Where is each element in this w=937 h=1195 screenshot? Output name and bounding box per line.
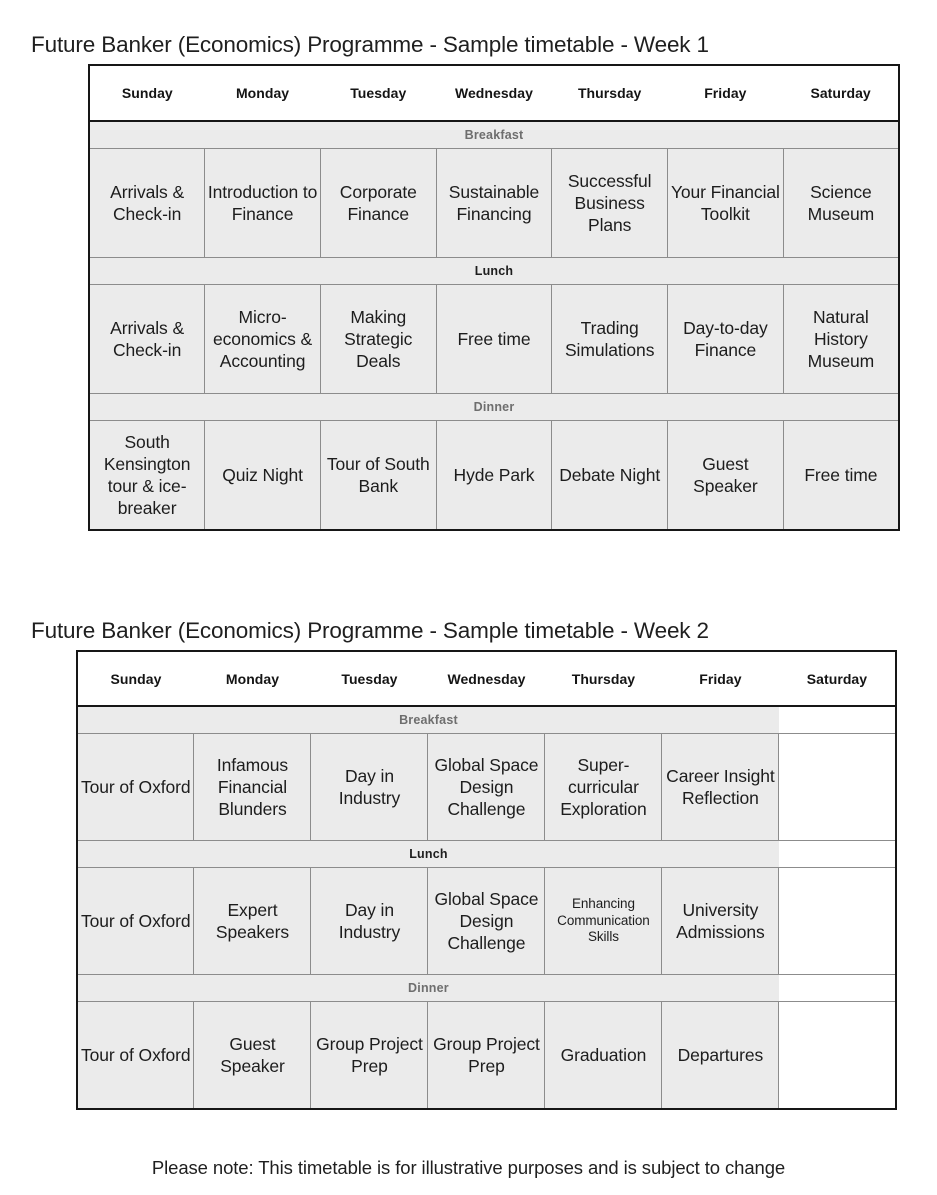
session-cell: Hyde Park: [435, 420, 553, 531]
table-row-breakfast-sessions: Arrivals & Check-in Introduction to Fina…: [88, 148, 900, 258]
session-cell: Infamous Financial Blunders: [193, 733, 312, 841]
session-cell: Global Space Design Challenge: [427, 733, 546, 841]
session-cell: Debate Night: [551, 420, 669, 531]
table-row-dinner-sessions: South Kensington tour & ice-breaker Quiz…: [88, 420, 900, 531]
session-cell: Day in Industry: [310, 867, 429, 975]
session-cell: Your Financial Toolkit: [667, 148, 784, 258]
session-cell: Enhancing Communication Skills: [544, 867, 663, 975]
table-header-row: Sunday Monday Tuesday Wednesday Thursday…: [89, 65, 899, 122]
session-cell-empty: [778, 733, 896, 841]
column-header-tuesday: Tuesday: [310, 651, 428, 707]
column-header-sunday: Sunday: [89, 65, 205, 122]
session-cell: Arrivals & Check-in: [88, 284, 206, 394]
column-header-saturday: Saturday: [778, 651, 896, 707]
column-header-friday: Friday: [667, 65, 784, 122]
meal-label-dinner: Dinner: [77, 974, 779, 1002]
meal-label-breakfast: Breakfast: [77, 705, 779, 734]
meal-band-empty-saturday: [778, 974, 896, 1002]
session-cell: Trading Simulations: [551, 284, 669, 394]
session-cell: Super-curricular Exploration: [544, 733, 663, 841]
column-header-friday: Friday: [661, 651, 779, 707]
session-cell: Making Strategic Deals: [319, 284, 437, 394]
column-header-sunday: Sunday: [77, 651, 194, 707]
session-cell: Global Space Design Challenge: [427, 867, 546, 975]
page-title-week-1: Future Banker (Economics) Programme - Sa…: [31, 32, 709, 58]
session-cell: Tour of Oxford: [76, 733, 195, 841]
column-header-tuesday: Tuesday: [320, 65, 437, 122]
column-header-thursday: Thursday: [551, 65, 668, 122]
session-cell: Graduation: [544, 1001, 663, 1110]
table-row-breakfast-sessions: Tour of Oxford Infamous Financial Blunde…: [76, 733, 896, 841]
session-cell: Guest Speaker: [193, 1001, 312, 1110]
session-cell: Successful Business Plans: [551, 148, 669, 258]
session-cell: Sustainable Financing: [435, 148, 553, 258]
column-header-monday: Monday: [193, 651, 311, 707]
column-header-wednesday: Wednesday: [436, 65, 552, 122]
timetable-page: Future Banker (Economics) Programme - Sa…: [0, 0, 937, 1195]
column-header-wednesday: Wednesday: [427, 651, 545, 707]
session-cell: Science Museum: [782, 148, 900, 258]
session-cell: Introduction to Finance: [204, 148, 321, 258]
column-header-thursday: Thursday: [544, 651, 662, 707]
meal-band-dinner: Dinner: [77, 974, 896, 1002]
timetable-week-2: Sunday Monday Tuesday Wednesday Thursday…: [76, 650, 897, 1110]
column-header-monday: Monday: [204, 65, 321, 122]
meal-band-empty-saturday: [778, 840, 896, 868]
table-header-row: Sunday Monday Tuesday Wednesday Thursday…: [77, 651, 896, 707]
session-cell-empty: [778, 1001, 896, 1110]
session-cell: Day-to-day Finance: [667, 284, 784, 394]
footnote-disclaimer: Please note: This timetable is for illus…: [151, 1157, 786, 1178]
session-cell: Group Project Prep: [427, 1001, 546, 1110]
session-cell: Tour of Oxford: [76, 1001, 195, 1110]
meal-label-breakfast: Breakfast: [89, 120, 899, 149]
session-cell-empty: [778, 867, 896, 975]
session-cell: Corporate Finance: [319, 148, 437, 258]
session-cell: Guest Speaker: [667, 420, 784, 531]
session-cell: Expert Speakers: [193, 867, 312, 975]
meal-band-breakfast: Breakfast: [89, 120, 899, 149]
session-cell: Free time: [782, 420, 900, 531]
session-cell: Departures: [661, 1001, 780, 1110]
meal-band-breakfast: Breakfast: [77, 705, 896, 734]
session-cell: Tour of South Bank: [319, 420, 437, 531]
session-cell: Micro-economics & Accounting: [204, 284, 321, 394]
session-cell: Natural History Museum: [782, 284, 900, 394]
session-cell: Arrivals & Check-in: [88, 148, 206, 258]
timetable-week-1: Sunday Monday Tuesday Wednesday Thursday…: [88, 64, 900, 531]
session-cell: Career Insight Reflection: [661, 733, 780, 841]
meal-band-dinner: Dinner: [89, 393, 899, 421]
session-cell: Tour of Oxford: [76, 867, 195, 975]
table-row-dinner-sessions: Tour of Oxford Guest Speaker Group Proje…: [76, 1001, 896, 1110]
meal-band-lunch: Lunch: [77, 840, 896, 868]
table-row-lunch-sessions: Arrivals & Check-in Micro-economics & Ac…: [88, 284, 900, 394]
meal-band-empty-saturday: [778, 705, 896, 734]
column-header-saturday: Saturday: [783, 65, 899, 122]
meal-label-lunch: Lunch: [77, 840, 779, 868]
page-title-week-2: Future Banker (Economics) Programme - Sa…: [31, 618, 709, 644]
session-cell: University Admissions: [661, 867, 780, 975]
session-cell: Day in Industry: [310, 733, 429, 841]
meal-band-lunch: Lunch: [89, 257, 899, 285]
meal-label-lunch: Lunch: [89, 257, 899, 285]
session-cell: South Kensington tour & ice-breaker: [88, 420, 206, 531]
table-row-lunch-sessions: Tour of Oxford Expert Speakers Day in In…: [76, 867, 896, 975]
session-cell: Free time: [435, 284, 553, 394]
meal-label-dinner: Dinner: [89, 393, 899, 421]
session-cell: Quiz Night: [204, 420, 321, 531]
session-cell: Group Project Prep: [310, 1001, 429, 1110]
